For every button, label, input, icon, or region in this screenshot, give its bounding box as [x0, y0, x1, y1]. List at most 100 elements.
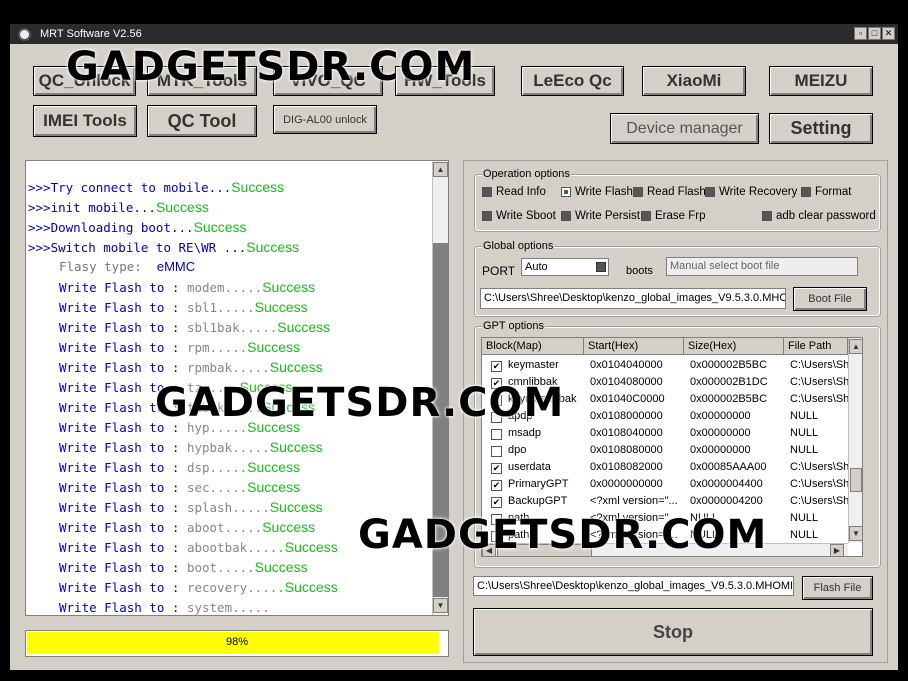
col-start[interactable]: Start(Hex): [584, 338, 684, 355]
checkbox-icon[interactable]: [482, 187, 492, 197]
gpt-row[interactable]: msadp 0x0108040000 0x00000000 NULL: [482, 425, 852, 442]
port-select[interactable]: Auto: [521, 258, 609, 276]
cell-path: C:\Users\Sh: [790, 393, 848, 405]
scroll-up-icon[interactable]: ▲: [433, 162, 448, 177]
write-status: Success: [254, 559, 308, 575]
write-status: Success: [247, 339, 301, 355]
write-prefix: Write Flash to :: [59, 600, 187, 615]
watermark-text: GADGETSDR.COM: [358, 512, 768, 558]
option-label: Format: [815, 186, 852, 198]
gpt-row[interactable]: ✔ keymaster 0x0104040000 0x000002B5BC C:\Use…: [482, 357, 852, 374]
log-line-write: Write Flash to : modem.....Success: [59, 279, 315, 295]
col-path[interactable]: File Path: [784, 338, 848, 355]
checkbox-icon[interactable]: [705, 187, 715, 197]
option-label: Read Flash: [647, 186, 706, 198]
checkbox-checked-icon[interactable]: ✔: [491, 497, 502, 508]
write-partition: aboot.....: [186, 520, 263, 535]
checkbox-icon[interactable]: [491, 446, 502, 457]
write-status: Success: [284, 579, 338, 595]
dig-al00-unlock-button[interactable]: DIG-AL00 unlock: [273, 105, 377, 134]
option-read-flash[interactable]: Read Flash: [633, 186, 706, 198]
option-write-recovery[interactable]: Write Recovery: [705, 186, 797, 198]
write-partition: splash.....: [186, 500, 270, 515]
write-prefix: Write Flash to :: [59, 460, 187, 475]
cell-path: C:\Users\Sh: [790, 359, 848, 371]
meizu-button[interactable]: MEIZU: [769, 66, 873, 96]
checkbox-icon[interactable]: [561, 211, 571, 221]
cell-path: NULL: [790, 529, 819, 541]
option-write-sboot[interactable]: Write Sboot: [482, 210, 556, 222]
checkbox-checked-icon[interactable]: ✔: [491, 480, 502, 491]
log-line-flasy: Flasy type: eMMC: [59, 259, 195, 274]
checkbox-checked-icon[interactable]: ✔: [491, 361, 502, 372]
write-status: Success: [262, 279, 316, 295]
boot-file-input[interactable]: Manual select boot file: [666, 257, 858, 276]
flasy-label: Flasy type:: [59, 259, 142, 274]
boot-file-button[interactable]: Boot File: [793, 287, 867, 311]
checkbox-icon[interactable]: [633, 187, 643, 197]
leeco-qc-button[interactable]: LeEco Qc: [521, 66, 624, 96]
setting-button[interactable]: Setting: [769, 113, 873, 144]
cell-start: 0x0104040000: [590, 359, 663, 371]
stop-button[interactable]: Stop: [473, 608, 873, 656]
write-prefix: Write Flash to :: [59, 280, 187, 295]
minimize-icon[interactable]: ▫: [854, 27, 867, 40]
option-adb-clear-password[interactable]: adb clear password: [762, 210, 876, 222]
qc-tool-button[interactable]: QC Tool: [147, 105, 257, 137]
write-status: Success: [262, 519, 316, 535]
imei-tools-button[interactable]: IMEI Tools: [33, 105, 137, 137]
col-block[interactable]: Block(Map): [482, 338, 584, 355]
checkbox-icon[interactable]: [561, 187, 571, 197]
boot-path-field[interactable]: C:\Users\Shree\Desktop\kenzo_global_imag…: [480, 288, 786, 309]
option-read-info[interactable]: Read Info: [482, 186, 546, 198]
log-line-write: Write Flash to : splash.....Success: [59, 499, 323, 515]
flash-file-button[interactable]: Flash File: [802, 576, 873, 600]
maximize-icon[interactable]: □: [868, 27, 881, 40]
log-line-write: Write Flash to : abootbak.....Success: [59, 539, 338, 555]
checkbox-icon[interactable]: [762, 211, 772, 221]
close-icon[interactable]: ✕: [882, 27, 895, 40]
checkbox-icon[interactable]: [801, 187, 811, 197]
gpt-row[interactable]: ✔ BackupGPT <?xml version="... 0x0000004200…: [482, 493, 852, 510]
checkbox-checked-icon[interactable]: ✔: [491, 463, 502, 474]
option-write-flash[interactable]: Write Flash: [561, 186, 633, 198]
gpt-row[interactable]: ✔ userdata 0x0108082000 0x00085AAA00 C:\User…: [482, 459, 852, 476]
write-status: Success: [247, 479, 301, 495]
col-size[interactable]: Size(Hex): [684, 338, 784, 355]
write-partition: system.....: [186, 600, 270, 615]
flash-path-field[interactable]: C:\Users\Shree\Desktop\kenzo_global_imag…: [473, 576, 794, 596]
log-text: >>>init mobile...: [28, 200, 156, 215]
gpt-vscroll[interactable]: ▲ ▼: [848, 338, 862, 543]
gpt-scroll-thumb[interactable]: [850, 468, 862, 492]
cell-start: 0x0000000000: [590, 478, 663, 490]
write-prefix: Write Flash to :: [59, 500, 187, 515]
scroll-down-icon[interactable]: ▼: [849, 526, 862, 541]
cell-size: 0x000002B5BC: [690, 393, 768, 405]
device-manager-button[interactable]: Device manager: [610, 113, 759, 144]
option-erase-frp[interactable]: Erase Frp: [641, 210, 706, 222]
checkbox-icon[interactable]: [482, 211, 492, 221]
port-value: Auto: [525, 261, 548, 273]
scroll-up-icon[interactable]: ▲: [849, 339, 862, 354]
write-prefix: Write Flash to :: [59, 580, 187, 595]
cell-size: 0x0000004200: [690, 495, 763, 507]
option-format[interactable]: Format: [801, 186, 851, 198]
log-line-write: Write Flash to : sec.....Success: [59, 479, 300, 495]
cell-start: 0x0104080000: [590, 376, 663, 388]
checkbox-icon[interactable]: [641, 211, 651, 221]
write-partition: hypbak.....: [186, 440, 270, 455]
xiaomi-button[interactable]: XiaoMi: [642, 66, 746, 96]
gpt-row[interactable]: ✔ PrimaryGPT 0x0000000000 0x0000004400 C:\Us…: [482, 476, 852, 493]
checkbox-icon[interactable]: [491, 429, 502, 440]
log-line-write: Write Flash to : rpmbak.....Success: [59, 359, 323, 375]
option-label: adb clear password: [776, 210, 876, 222]
flasy-value: eMMC: [156, 259, 196, 274]
option-label: Write Recovery: [719, 186, 798, 198]
scroll-right-icon[interactable]: ▶: [830, 544, 844, 556]
write-partition: dsp.....: [186, 460, 248, 475]
write-status: Success: [254, 299, 308, 315]
dropdown-arrow-icon[interactable]: [596, 262, 606, 272]
gpt-row[interactable]: dpo 0x0108080000 0x00000000 NULL: [482, 442, 852, 459]
option-write-persist[interactable]: Write Persist: [561, 210, 640, 222]
scroll-down-icon[interactable]: ▼: [433, 598, 448, 613]
